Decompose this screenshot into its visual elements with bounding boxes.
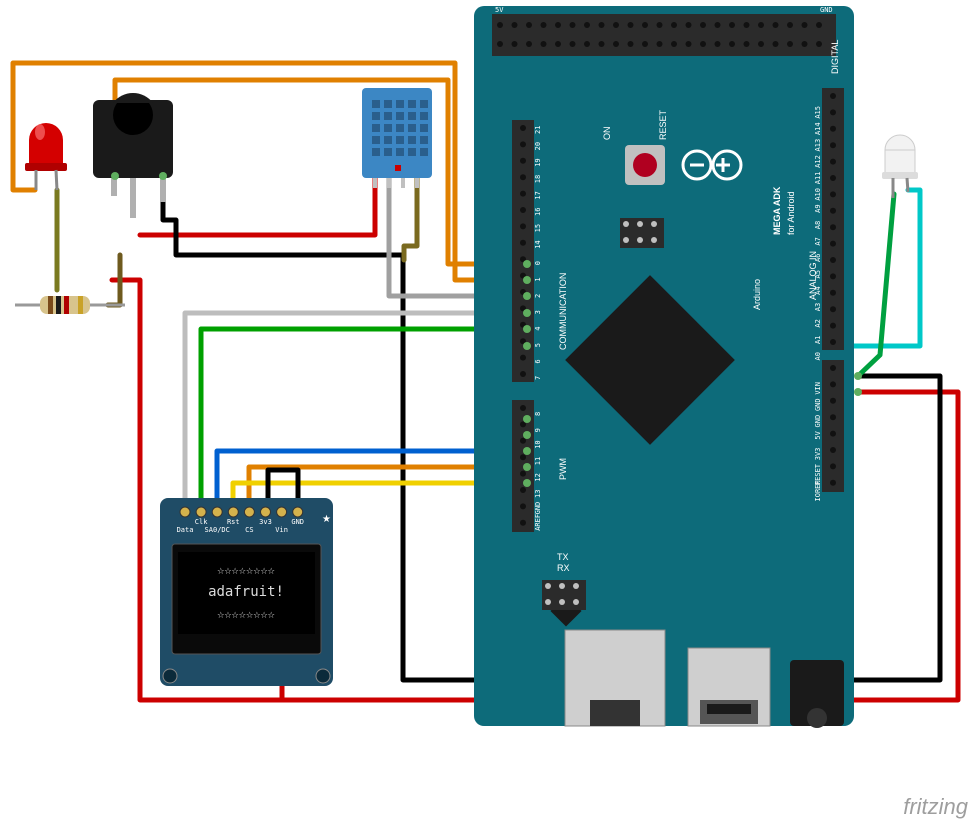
tx-label: TX xyxy=(557,552,569,562)
pin-label: A9 xyxy=(814,204,822,212)
reset-button[interactable] xyxy=(625,145,665,185)
red-led xyxy=(25,123,67,190)
board-name: Arduino xyxy=(752,279,762,310)
pin-label: GND xyxy=(814,415,822,428)
pin-label: 21 xyxy=(534,126,542,134)
oled-line3: ☆☆☆☆☆☆☆☆ xyxy=(217,607,275,621)
pin-label: 7 xyxy=(534,376,542,380)
ir-receiver xyxy=(93,93,173,218)
svg-text:★: ★ xyxy=(322,514,331,525)
fritzing-wiring-diagram: 5V GND RESET xyxy=(0,0,978,827)
board-model-2: for Android xyxy=(786,191,796,235)
pin-label: 2 xyxy=(534,294,542,298)
pin-label: 14 xyxy=(534,240,542,248)
dht11-sensor xyxy=(362,88,432,188)
board-model-1: MEGA ADK xyxy=(772,186,782,235)
pin-label: A7 xyxy=(814,237,822,245)
oled-pin-label: 3v3 xyxy=(259,518,272,526)
pin-label: A13 xyxy=(814,139,822,152)
pin-label: 9 xyxy=(534,428,542,432)
pin-label: A8 xyxy=(814,221,822,229)
resistor xyxy=(15,296,125,314)
on-label: ON xyxy=(602,127,612,141)
pin-label: 1 xyxy=(534,277,542,281)
pin-label: 13 xyxy=(534,490,542,498)
pin-label: A14 xyxy=(814,122,822,135)
oled-pin-label: Data xyxy=(177,526,194,534)
pin-label: 17 xyxy=(534,191,542,199)
pin-label: GND xyxy=(820,6,833,14)
pin-label: A1 xyxy=(814,336,822,344)
oled-pin-label: Rst xyxy=(227,518,240,526)
pin-label: A15 xyxy=(814,106,822,119)
oled-pin-label: GND xyxy=(291,518,304,526)
pin-label: GND xyxy=(814,398,822,411)
oled-pin-label: Vin xyxy=(275,526,288,534)
pin-label: 12 xyxy=(534,473,542,481)
comm-section: COMMUNICATION xyxy=(558,273,568,350)
digital-label: DIGITAL xyxy=(830,40,840,74)
pwm-section: PWM xyxy=(558,458,568,480)
oled-pin-label: Clk xyxy=(195,518,208,526)
pin-label: A5 xyxy=(814,270,822,278)
pin-label: 11 xyxy=(534,457,542,465)
pin-label: 8 xyxy=(534,412,542,416)
pin-label: A6 xyxy=(814,254,822,262)
oled-line2: adafruit! xyxy=(208,584,284,600)
pin-label: 0 xyxy=(534,261,542,265)
oled-pin-label: CS xyxy=(245,526,253,534)
arduino-mega-adk-board: 5V GND RESET xyxy=(474,6,862,728)
pin-label: 5 xyxy=(534,343,542,347)
oled-line1: ☆☆☆☆☆☆☆☆ xyxy=(217,563,275,577)
pin-label: A0 xyxy=(814,352,822,360)
pin-label: 16 xyxy=(534,208,542,216)
pin-label: A2 xyxy=(814,319,822,327)
attribution-label: fritzing xyxy=(903,794,969,819)
pin-label: 4 xyxy=(534,327,542,331)
pin-label: 5V xyxy=(495,6,504,14)
pin-label: 18 xyxy=(534,175,542,183)
pin-label: AREF xyxy=(534,514,542,531)
pin-label: A12 xyxy=(814,155,822,168)
pin-label: A3 xyxy=(814,303,822,311)
pin-label: A10 xyxy=(814,188,822,201)
pin-label: 19 xyxy=(534,158,542,166)
pin-label: 6 xyxy=(534,359,542,363)
pin-label: A4 xyxy=(814,286,822,294)
pin-label: 3 xyxy=(534,310,542,314)
pin-label: 15 xyxy=(534,224,542,232)
reset-label: RESET xyxy=(658,109,668,140)
oled-pin-label: SA0/DC xyxy=(205,526,230,534)
oled-display-module: DataClkSA0/DCRst CS 3v3VinGND ☆☆☆☆☆☆☆☆ ada… xyxy=(160,498,333,686)
pin-label: 3V3 xyxy=(814,448,822,461)
pin-label: GND xyxy=(534,502,542,515)
pin-label: VIN xyxy=(814,382,822,395)
pin-label: 20 xyxy=(534,142,542,150)
pin-label: 5V xyxy=(814,430,822,439)
pin-label: A11 xyxy=(814,172,822,185)
pin-label: IOREF xyxy=(814,480,822,501)
pin-label: 10 xyxy=(534,440,542,448)
rx-label: RX xyxy=(557,563,570,573)
